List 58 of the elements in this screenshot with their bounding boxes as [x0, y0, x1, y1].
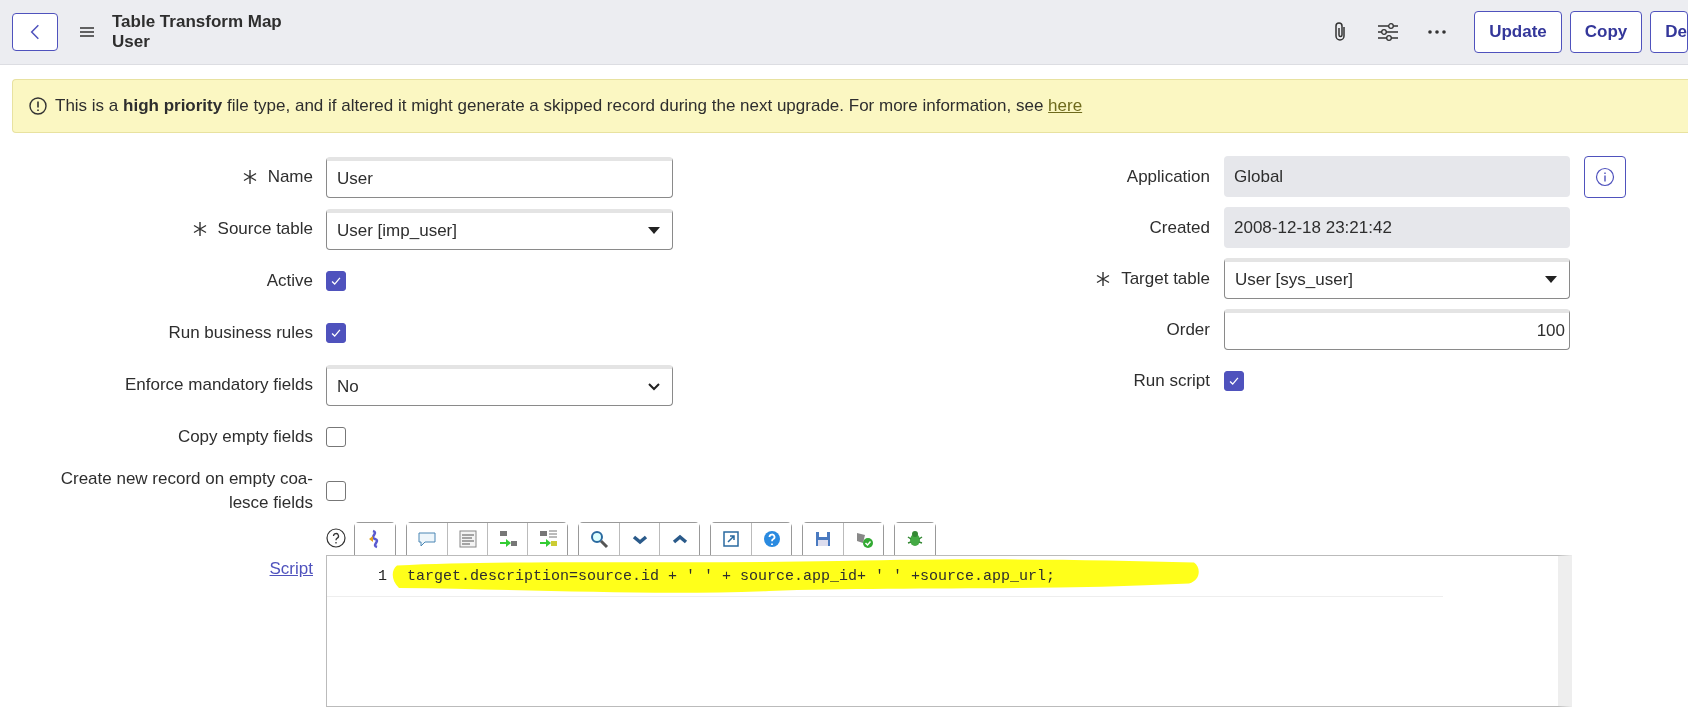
bug-icon — [905, 529, 925, 549]
more-icon[interactable] — [1428, 30, 1447, 34]
checkbox[interactable] — [1224, 370, 1244, 391]
save-icon — [813, 529, 833, 549]
field-label: Application — [1126, 165, 1210, 188]
field-label: Enforce mandatory fields — [124, 374, 313, 396]
replace-all-icon — [537, 529, 558, 549]
menu-icon[interactable] — [80, 27, 94, 37]
code-editor[interactable]: 1 target.description=source.id + ' ' + source.app_id+ ' ' +source.app_url; — [326, 555, 1572, 707]
chevron-down-icon — [648, 382, 660, 391]
readonly-field: Global — [1224, 156, 1570, 197]
replace-all-button[interactable] — [527, 523, 567, 555]
field-label: Copy empty fields — [177, 426, 313, 448]
field-label: Run script — [1133, 369, 1210, 392]
help-icon — [761, 529, 782, 549]
here-link[interactable]: here — [1048, 96, 1083, 115]
warning-message: This is a high priority file type, and if altered it might generate a skipped record during the next upgrade. For more information, see here — [55, 96, 1083, 116]
search-icon — [589, 529, 609, 549]
checkbox[interactable] — [326, 271, 346, 291]
field-label: Name — [267, 166, 313, 188]
expand-icon — [721, 529, 741, 549]
caret-icon — [1545, 276, 1557, 284]
replace-icon — [497, 529, 518, 549]
number-field[interactable]: 100 — [1224, 309, 1570, 350]
header-button[interactable]: Copy — [1569, 11, 1643, 53]
text-field[interactable]: User — [326, 156, 673, 198]
header-button[interactable]: Update — [1474, 11, 1562, 53]
check-button[interactable] — [843, 523, 883, 555]
text-lines-icon — [457, 529, 478, 549]
readonly-field: 2008-12-18 23:21:42 — [1224, 207, 1570, 248]
record-name: User — [112, 32, 151, 52]
checkbox[interactable] — [326, 481, 346, 501]
field-label: Order — [1166, 318, 1210, 341]
checkbox[interactable] — [326, 427, 346, 447]
field-label: Target table — [1121, 267, 1210, 290]
field-label: Create new record on empty coa- lesce fields — [60, 468, 313, 514]
table-select[interactable]: User [sys_user] — [1224, 258, 1570, 299]
field-label: Active — [266, 270, 313, 292]
field-label: Run business rules — [168, 322, 313, 344]
info-button[interactable] — [1584, 155, 1626, 198]
chevron-left-icon — [30, 23, 40, 41]
line-number: 1 — [377, 567, 388, 585]
field-label: Source table — [217, 218, 313, 240]
back-button[interactable] — [12, 13, 58, 51]
help-button[interactable] — [751, 523, 791, 555]
field-label: Created — [1149, 216, 1210, 239]
script-link[interactable]: Script — [269, 559, 313, 578]
code-line: target.description=source.id + ' ' + source.app_id+ ' ' +source.app_url; — [407, 567, 1056, 585]
caret-icon — [648, 226, 660, 235]
help-icon[interactable] — [326, 528, 346, 548]
header-button[interactable]: De — [1650, 11, 1688, 53]
select-field[interactable]: No — [326, 364, 673, 406]
checkbox[interactable] — [326, 323, 346, 343]
form-title: Table Transform Map — [112, 12, 282, 32]
comment-icon — [417, 529, 437, 549]
sliders-icon[interactable] — [1378, 23, 1399, 41]
table-select[interactable]: User [imp_user] — [326, 208, 673, 250]
chevron-up-button[interactable] — [659, 523, 699, 555]
